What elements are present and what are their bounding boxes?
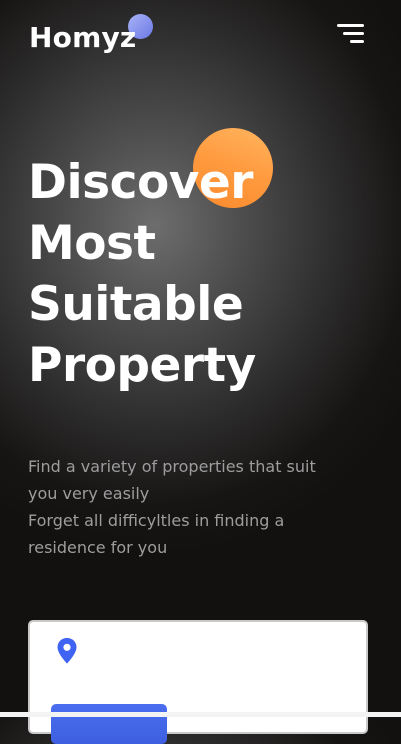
hero-subtitle-line: you very easily <box>28 484 150 503</box>
search-button[interactable] <box>51 704 167 744</box>
location-pin-icon <box>57 638 77 664</box>
hero-subtitle-line: Forget all difficyltles in finding a <box>28 511 285 530</box>
hamburger-menu-icon[interactable] <box>334 22 366 46</box>
menu-line <box>343 32 364 35</box>
logo[interactable]: Homyz <box>29 14 153 58</box>
hero-subtitle: Find a variety of properties that suit y… <box>28 453 363 561</box>
hero-title: Discover Most Suitable Property <box>28 152 368 396</box>
menu-line <box>337 24 364 27</box>
hero-subtitle-line: Find a variety of properties that suit <box>28 457 316 476</box>
bottom-strip <box>0 712 401 717</box>
hero-title-line: Suitable <box>28 277 244 332</box>
logo-text: Homyz <box>29 21 137 54</box>
hero-subtitle-line: residence for you <box>28 538 168 557</box>
header: Homyz <box>0 0 401 80</box>
menu-line <box>350 40 364 43</box>
hero-title-line: Most <box>28 216 156 271</box>
hero-title-line: Discover <box>28 155 253 210</box>
hero-title-line: Property <box>28 338 256 393</box>
